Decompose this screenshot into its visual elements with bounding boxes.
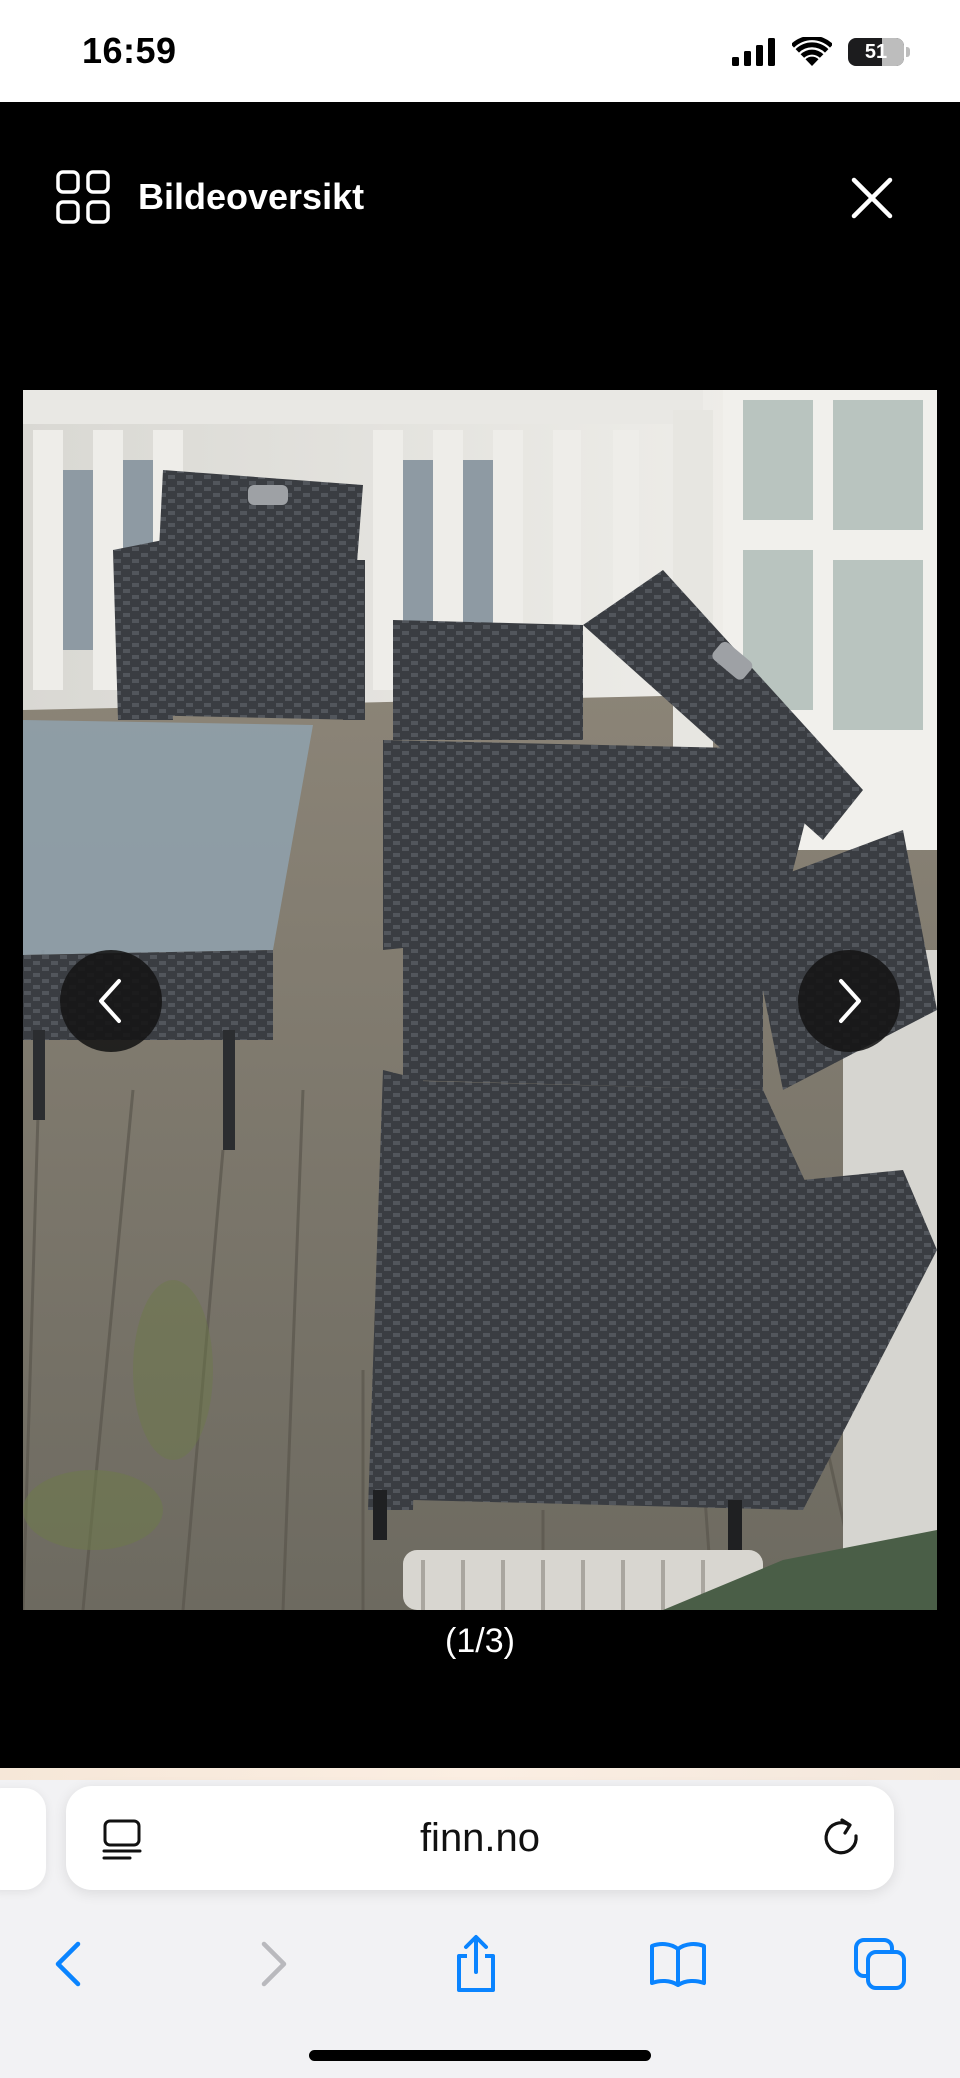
- browser-bottom-bar: finn.no: [0, 1768, 960, 2078]
- page-edge: [0, 1768, 960, 1780]
- image-viewer: Bildeoversikt (1/3): [0, 102, 960, 1768]
- image-overview-label: Bildeoversikt: [138, 176, 365, 217]
- status-time: 16:59: [82, 30, 177, 71]
- back-button[interactable]: [36, 1932, 100, 1996]
- close-button[interactable]: [846, 172, 898, 224]
- reload-icon[interactable]: [820, 1816, 864, 1860]
- screen: 16:59 51 Bildeoversikt (1/3) finn.no: [0, 0, 960, 2078]
- chevron-right-icon: [839, 979, 861, 1023]
- previous-tab-preview[interactable]: [0, 1788, 46, 1890]
- share-button[interactable]: [444, 1932, 508, 1996]
- share-icon: [457, 1935, 495, 1992]
- grid-icon: [56, 170, 110, 224]
- tabs-icon: [854, 1938, 906, 1990]
- image-counter: (1/3): [445, 1622, 515, 1660]
- image-overview-button[interactable]: Bildeoversikt: [56, 170, 364, 224]
- wifi-icon: [792, 37, 832, 66]
- status-bar: 16:59 51: [0, 0, 960, 102]
- url-text[interactable]: finn.no: [66, 1816, 894, 1861]
- battery-level: 51: [864, 40, 888, 63]
- chevron-left-icon: [99, 979, 121, 1023]
- battery-icon: 51: [848, 38, 904, 66]
- next-image-button[interactable]: [798, 950, 900, 1052]
- home-indicator[interactable]: [309, 2050, 651, 2061]
- tabs-button[interactable]: [848, 1932, 912, 1996]
- status-icons: 51: [732, 34, 910, 70]
- address-bar[interactable]: finn.no: [66, 1786, 894, 1890]
- bookmarks-button[interactable]: [646, 1932, 710, 1996]
- forward-button[interactable]: [242, 1932, 306, 1996]
- cellular-signal-icon: [732, 38, 775, 66]
- close-icon: [851, 177, 893, 219]
- viewer-header: Bildeoversikt: [0, 160, 960, 234]
- browser-toolbar: [0, 1914, 960, 2014]
- back-icon: [55, 1941, 81, 1987]
- bookmarks-icon: [650, 1942, 706, 1987]
- previous-image-button[interactable]: [60, 950, 162, 1052]
- forward-icon: [261, 1941, 287, 1987]
